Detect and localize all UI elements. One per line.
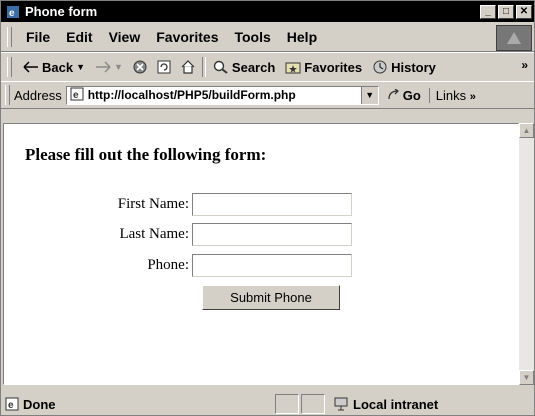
links-button[interactable]: Links »: [428, 87, 476, 103]
phone-label: Phone:: [147, 257, 189, 273]
forward-button[interactable]: ▼: [90, 61, 128, 73]
standard-toolbar: Back ▼ ▼ Search Favorites History »: [1, 52, 534, 82]
browser-window: e Phone form _ □ ✕ File Edit View Favori…: [0, 0, 535, 416]
address-dropdown-icon[interactable]: ▼: [360, 86, 378, 104]
status-pane-1: [275, 394, 299, 414]
status-bar: e Done Local intranet: [1, 393, 534, 415]
search-label: Search: [231, 59, 276, 75]
first-name-field[interactable]: [192, 193, 352, 216]
stop-icon: [133, 60, 147, 74]
svg-text:e: e: [9, 8, 15, 19]
menu-help[interactable]: Help: [279, 29, 325, 45]
stop-button[interactable]: [128, 60, 152, 74]
home-icon: [181, 60, 195, 74]
menu-grip[interactable]: [7, 27, 12, 47]
svg-text:e: e: [73, 90, 79, 101]
address-bar: Address e http://localhost/PHP5/buildFor…: [1, 81, 534, 109]
intranet-icon: [334, 397, 348, 411]
refresh-button[interactable]: [152, 60, 176, 74]
back-dropdown-icon[interactable]: ▼: [76, 62, 85, 72]
zone-label: Local intranet: [353, 396, 439, 412]
toolbar-overflow-icon[interactable]: »: [521, 58, 528, 72]
vertical-scrollbar[interactable]: ▲ ▼: [519, 123, 534, 385]
phone-row: Phone:: [14, 254, 352, 277]
menu-bar: File Edit View Favorites Tools Help: [1, 23, 534, 52]
status-pane-2: [301, 394, 325, 414]
go-arrow-icon: [388, 89, 399, 100]
history-label: History: [391, 59, 436, 75]
windows-logo-icon: [496, 25, 532, 51]
back-button[interactable]: Back ▼: [18, 60, 90, 75]
history-button[interactable]: History: [367, 60, 441, 75]
back-arrow-icon: [23, 61, 38, 73]
toolbar-grip[interactable]: [7, 57, 12, 77]
first-name-label: First Name:: [117, 196, 189, 212]
menu-tools[interactable]: Tools: [226, 29, 278, 45]
submit-phone-button[interactable]: Submit Phone: [202, 285, 340, 310]
last-name-field[interactable]: [192, 223, 352, 246]
phone-field[interactable]: [192, 254, 352, 277]
forward-arrow-icon: [96, 61, 111, 73]
favorites-folder-icon: [285, 62, 301, 74]
home-button[interactable]: [176, 60, 200, 74]
history-icon: [373, 60, 387, 74]
menu-view[interactable]: View: [101, 29, 149, 45]
toolbar-separator: [201, 57, 206, 77]
links-label: Links: [435, 87, 467, 103]
page-content: Please fill out the following form: Firs…: [3, 123, 519, 385]
ie-icon: e: [5, 4, 21, 20]
page-done-icon: e: [5, 397, 19, 411]
go-button[interactable]: Go: [379, 88, 429, 103]
address-label: Address: [14, 87, 62, 103]
address-input[interactable]: e http://localhost/PHP5/buildForm.php ▼: [65, 85, 379, 105]
maximize-button[interactable]: □: [498, 4, 514, 19]
status-message: e Done: [1, 397, 275, 412]
window-title: Phone form: [25, 4, 98, 19]
search-icon: [213, 60, 228, 74]
favorites-label: Favorites: [304, 59, 363, 75]
last-name-row: Last Name:: [14, 223, 352, 246]
menu-edit[interactable]: Edit: [58, 29, 100, 45]
menu-file[interactable]: File: [18, 29, 58, 45]
menu-favorites[interactable]: Favorites: [148, 29, 226, 45]
refresh-icon: [157, 60, 171, 74]
forward-dropdown-icon[interactable]: ▼: [114, 62, 123, 72]
minimize-button[interactable]: _: [480, 4, 496, 19]
first-name-row: First Name:: [14, 193, 352, 216]
svg-text:e: e: [8, 400, 14, 411]
page-icon: e: [70, 87, 84, 104]
search-button[interactable]: Search: [208, 60, 280, 75]
links-overflow-icon: »: [469, 90, 476, 103]
address-url: http://localhost/PHP5/buildForm.php: [87, 88, 296, 102]
address-grip[interactable]: [5, 85, 10, 105]
go-label: Go: [402, 87, 421, 103]
close-button[interactable]: ✕: [516, 4, 532, 19]
favorites-button[interactable]: Favorites: [280, 60, 367, 75]
scroll-down-icon[interactable]: ▼: [519, 370, 534, 385]
back-label: Back: [42, 59, 74, 75]
status-text: Done: [23, 396, 56, 412]
scroll-up-icon[interactable]: ▲: [519, 123, 534, 138]
last-name-label: Last Name:: [119, 226, 189, 242]
title-bar[interactable]: e Phone form _ □ ✕: [1, 1, 534, 22]
security-zone: Local intranet: [325, 397, 513, 412]
form-heading: Please fill out the following form:: [25, 145, 267, 164]
